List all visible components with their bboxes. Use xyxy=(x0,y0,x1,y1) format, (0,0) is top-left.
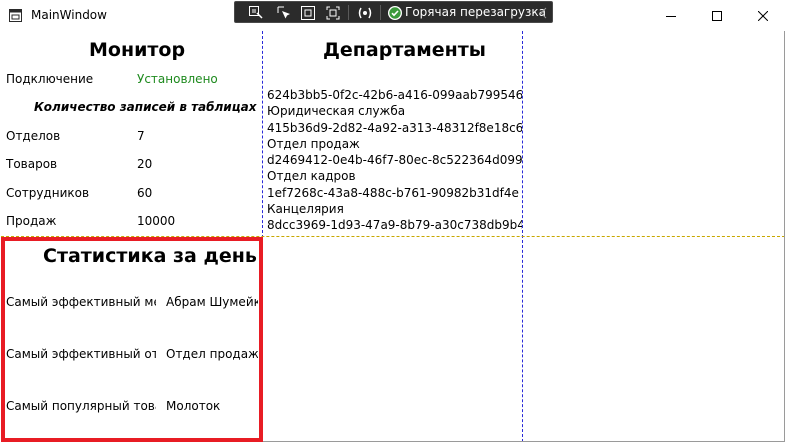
collapse-toolbar-icon[interactable] xyxy=(535,4,553,22)
connection-status: Установлено xyxy=(137,72,218,86)
table-counts-heading: Количество записей в таблицах xyxy=(34,100,257,114)
products-count-label: Товаров xyxy=(6,157,58,171)
display-layout-adorners-icon[interactable] xyxy=(299,4,317,22)
department-name: Отдел кадров xyxy=(267,169,356,184)
department-id: 415b36d9-2d82-4a92-a313-48312f8e18c6 xyxy=(267,120,522,135)
app-icon xyxy=(9,9,22,22)
best-manager-value: Абрам Шумейко xyxy=(166,295,258,309)
daily-stats-title: Статистика за день xyxy=(43,245,257,267)
close-button[interactable] xyxy=(740,0,786,31)
top-product-label: Самый популярный товар: xyxy=(6,399,156,413)
connection-label: Подключение xyxy=(6,72,94,86)
maximize-button[interactable] xyxy=(694,0,740,31)
department-id: 624b3bb5-0f2c-42b6-a416-099aab799546 xyxy=(267,88,522,102)
departments-count-label: Отделов xyxy=(6,129,61,143)
minimize-button[interactable] xyxy=(648,0,694,31)
main-grid: Монитор Подключение Установлено Количест… xyxy=(1,31,785,442)
close-icon xyxy=(758,10,768,21)
departments-title: Департаменты xyxy=(323,39,486,61)
department-id: d2469412-0e4b-46f7-80ec-8c522364d099 xyxy=(267,153,522,168)
departments-count-value: 7 xyxy=(137,129,145,143)
binding-failures-icon[interactable] xyxy=(356,4,374,22)
top-product-value: Молоток xyxy=(166,399,221,413)
employees-count-label: Сотрудников xyxy=(6,186,90,200)
sales-count-label: Продаж xyxy=(6,214,57,228)
department-name: Юридическая служба xyxy=(267,104,406,119)
track-focus-icon[interactable] xyxy=(324,4,342,22)
best-department-value: Отдел продаж xyxy=(166,347,258,361)
department-id: 8dcc3969-1d93-47a9-8b79-a30c738db9b4 xyxy=(267,218,522,233)
maximize-icon xyxy=(712,10,722,21)
department-name: Отдел продаж xyxy=(267,136,360,151)
live-visual-tree-icon[interactable] xyxy=(247,4,265,22)
department-name: Канцелярия xyxy=(267,202,344,217)
sales-count-value: 10000 xyxy=(137,214,176,228)
hot-reload-ok-icon xyxy=(386,4,404,22)
hot-reload-label: Горячая перезагрузка xyxy=(405,5,546,19)
xaml-debug-toolbar: Горячая перезагрузка xyxy=(234,1,553,23)
employees-count-value: 60 xyxy=(137,186,153,200)
best-manager-label: Самый эффективный менеджер: xyxy=(6,295,156,309)
minimize-icon xyxy=(666,15,676,17)
select-element-icon[interactable] xyxy=(275,4,293,22)
monitor-title: Монитор xyxy=(89,39,186,61)
department-id: 1ef7268c-43a8-488c-b761-90982b31df4e xyxy=(267,185,519,200)
departments-list: 624b3bb5-0f2c-42b6-a416-099aab799546 Юри… xyxy=(267,87,522,234)
best-department-label: Самый эффективный отдел: xyxy=(6,347,156,361)
products-count-value: 20 xyxy=(137,157,153,171)
window-title: MainWindow xyxy=(31,8,107,22)
